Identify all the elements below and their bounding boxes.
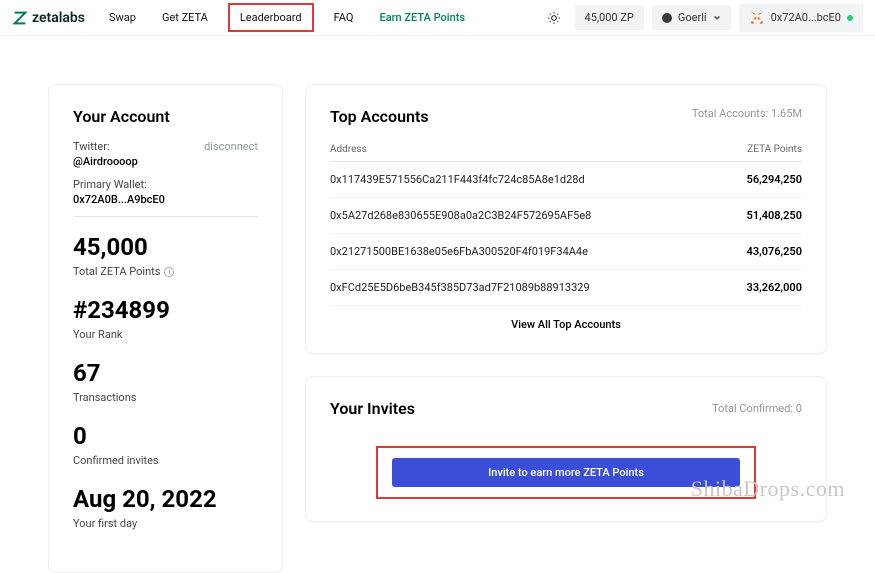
twitter-handle: @Airdroooop: [73, 155, 138, 168]
col-points: ZETA Points: [747, 144, 802, 155]
divider: [73, 216, 258, 217]
chevron-down-icon: [713, 14, 721, 22]
row-address: 0xFCd25E5D6beB345f385D73ad7F21089b889133…: [330, 281, 590, 294]
invite-button[interactable]: Invite to earn more ZETA Points: [392, 458, 740, 487]
col-address: Address: [330, 144, 367, 155]
invites-title: Your Invites: [330, 399, 415, 418]
network-selector[interactable]: Goerli: [652, 5, 731, 30]
wallet-label: Primary Wallet:: [73, 178, 258, 191]
tx-stat: 67: [73, 361, 258, 385]
wallet-pill[interactable]: 0x72A0...bcE0: [739, 4, 863, 32]
invites-card: Your Invites Total Confirmed: 0 Invite t…: [305, 376, 827, 522]
nav-get-zeta[interactable]: Get ZETA: [156, 7, 214, 28]
table-row: 0xFCd25E5D6beB345f385D73ad7F21089b889133…: [330, 270, 802, 306]
topbar-right: 45,000 ZP Goerli 0x72A0...bcE0: [547, 4, 863, 32]
row-points: 56,294,250: [747, 173, 802, 186]
brand-icon: [12, 10, 28, 26]
connection-status-icon: [847, 15, 853, 21]
row-address: 0x117439E571556Ca211F443f4fc724c85A8e1d2…: [330, 173, 585, 186]
invites-stat: 0: [73, 424, 258, 448]
row-points: 51,408,250: [747, 209, 802, 222]
table-row: 0x117439E571556Ca211F443f4fc724c85A8e1d2…: [330, 162, 802, 198]
row-points: 43,076,250: [747, 245, 802, 258]
nav-faq[interactable]: FAQ: [328, 7, 360, 28]
points-pill[interactable]: 45,000 ZP: [575, 5, 644, 30]
disconnect-link[interactable]: disconnect: [204, 140, 258, 153]
row-address: 0x5A27d268e830655E908a0a2C3B24F572695AF5…: [330, 209, 591, 222]
nav-leaderboard[interactable]: Leaderboard: [228, 3, 314, 32]
invites-confirmed: Total Confirmed: 0: [712, 402, 802, 415]
info-icon[interactable]: i: [164, 267, 174, 277]
wallet-address-short: 0x72A0...bcE0: [771, 11, 841, 24]
invites-stat-label: Confirmed invites: [73, 454, 258, 467]
topbar: zetalabs Swap Get ZETA Leaderboard FAQ E…: [0, 0, 875, 36]
firstday-stat: Aug 20, 2022: [73, 487, 258, 511]
firstday-stat-label: Your first day: [73, 517, 258, 530]
top-accounts-card: Top Accounts Total Accounts: 1.65M Addre…: [305, 84, 827, 354]
total-accounts: Total Accounts: 1.65M: [692, 107, 802, 120]
account-card: Your Account Twitter: @Airdroooop discon…: [48, 84, 283, 573]
rank-stat-label: Your Rank: [73, 328, 258, 341]
row-address: 0x21271500BE1638e05e6FbA300520F4f019F34A…: [330, 245, 588, 258]
nav-earn[interactable]: Earn ZETA Points: [374, 7, 472, 28]
theme-toggle-icon[interactable]: [547, 11, 561, 25]
top-accounts-title: Top Accounts: [330, 107, 429, 126]
tx-stat-label: Transactions: [73, 391, 258, 404]
rank-stat: #234899: [73, 298, 258, 322]
row-points: 33,262,000: [747, 281, 802, 294]
account-title: Your Account: [73, 107, 258, 126]
points-stat: 45,000: [73, 235, 258, 259]
table-row: 0x21271500BE1638e05e6FbA300520F4f019F34A…: [330, 234, 802, 270]
nav-swap[interactable]: Swap: [103, 7, 142, 28]
metamask-icon: [749, 10, 765, 26]
points-stat-label: Total ZETA Points i: [73, 265, 258, 278]
twitter-label: Twitter:: [73, 140, 138, 153]
brand-text: zetalabs: [32, 10, 85, 26]
points-value: 45,000 ZP: [585, 11, 634, 24]
table-row: 0x5A27d268e830655E908a0a2C3B24F572695AF5…: [330, 198, 802, 234]
invite-button-highlight: Invite to earn more ZETA Points: [376, 446, 756, 499]
network-dot-icon: [662, 13, 672, 23]
table-header: Address ZETA Points: [330, 144, 802, 162]
main-content: Your Account Twitter: @Airdroooop discon…: [0, 36, 875, 573]
wallet-address: 0x72A0B...A9bcE0: [73, 193, 258, 206]
main-nav: Swap Get ZETA Leaderboard FAQ Earn ZETA …: [103, 3, 471, 32]
network-name: Goerli: [678, 11, 707, 24]
view-all-link[interactable]: View All Top Accounts: [330, 306, 802, 331]
brand-logo[interactable]: zetalabs: [12, 10, 85, 26]
